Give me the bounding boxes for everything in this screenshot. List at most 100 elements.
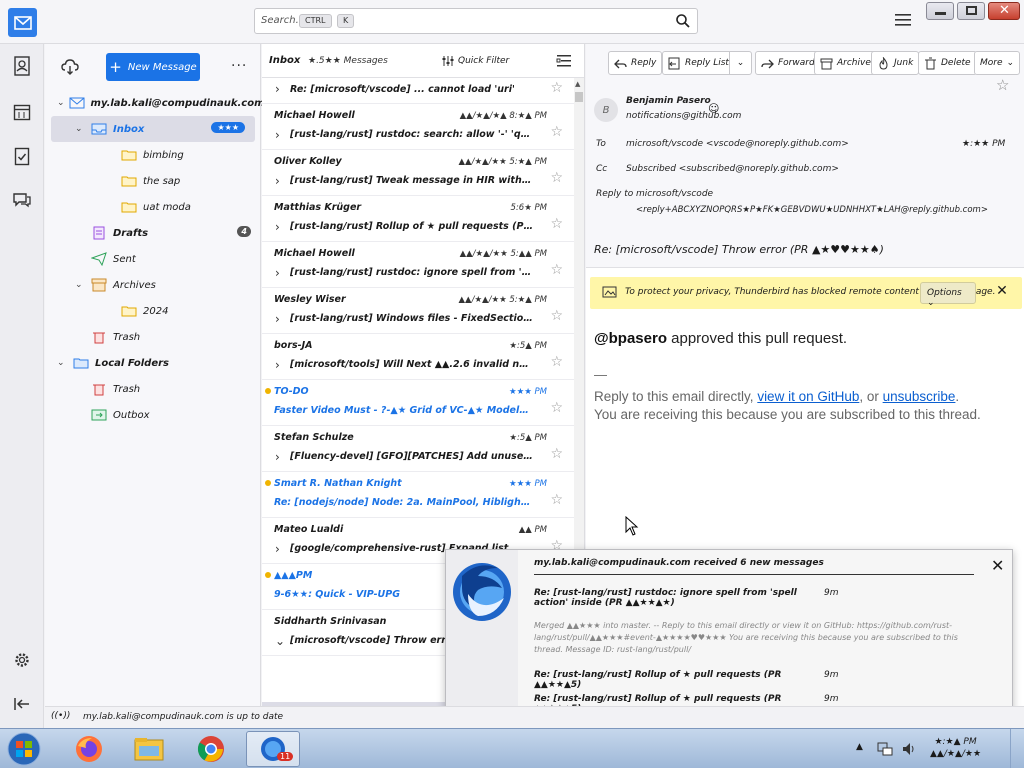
folder-pane-more-button[interactable]: ··· xyxy=(231,58,247,74)
unsubscribe-link[interactable]: unsubscribe xyxy=(883,389,956,404)
folder-item[interactable]: Trash xyxy=(45,324,261,350)
message-row[interactable]: Smart R. Nathan Knight ★★★ PM Re: [nodejs/… xyxy=(262,472,575,518)
online-status-icon[interactable]: ((•)) xyxy=(51,711,70,721)
star-icon[interactable]: ☆ xyxy=(550,492,563,508)
reply-list-dropdown-icon[interactable]: ⌄ xyxy=(729,52,751,74)
sender-name[interactable]: Benjamin Pasero xyxy=(626,96,711,106)
star-icon[interactable]: ☆ xyxy=(550,354,563,370)
show-desktop-button[interactable] xyxy=(1010,729,1024,768)
folder-item[interactable]: 2024 xyxy=(45,298,261,324)
thread-toggle-icon[interactable]: › xyxy=(275,542,280,556)
reply-button[interactable]: Reply xyxy=(608,51,663,75)
folder-item[interactable]: ⌄ Local Folders xyxy=(45,350,261,376)
folder-twisty-icon[interactable]: ⌄ xyxy=(57,98,65,108)
thread-toggle-icon[interactable]: › xyxy=(275,358,280,372)
message-row[interactable]: Michael Howell ▲▲/★▲/★▲ 8:★▲ PM › [rust-lan… xyxy=(262,104,575,150)
mail-space-icon[interactable] xyxy=(8,8,37,37)
reply-to-value-2[interactable]: <reply+ABCXYZNOPQRS★P★FK★GEBVDWU★UDNHHXT… xyxy=(636,204,1016,217)
user-handle[interactable]: @bpasero xyxy=(594,330,667,347)
folder-twisty-icon[interactable]: ⌄ xyxy=(57,358,69,368)
tasks-icon[interactable] xyxy=(10,144,34,168)
star-icon[interactable]: ☆ xyxy=(550,216,563,232)
remote-options-button[interactable]: Options ⌄ xyxy=(920,282,976,308)
folder-item[interactable]: uat moda xyxy=(45,194,261,220)
network-icon[interactable] xyxy=(877,741,893,757)
thread-toggle-icon[interactable]: › xyxy=(275,266,280,280)
folder-item[interactable]: ⌄ Inbox ★★★ xyxy=(51,116,255,142)
thread-toggle-icon[interactable]: › xyxy=(275,312,280,326)
star-icon[interactable]: ☆ xyxy=(550,262,563,278)
cc-value[interactable]: Subscribed <subscribed@noreply.github.co… xyxy=(626,164,839,174)
folder-item[interactable]: ⌄ Archives xyxy=(45,272,261,298)
close-notification-icon[interactable]: ✕ xyxy=(991,556,1004,575)
sender-address[interactable]: notifications@github.com xyxy=(626,111,741,121)
start-button[interactable] xyxy=(0,731,48,767)
folder-item[interactable]: the sap xyxy=(45,168,261,194)
thunderbird-taskbar-icon[interactable]: 11 xyxy=(246,731,300,767)
reply-list-button[interactable]: Reply List ⌄ xyxy=(662,51,752,75)
search-icon[interactable] xyxy=(675,13,691,29)
address-book-icon[interactable] xyxy=(10,54,34,78)
star-icon[interactable]: ☆ xyxy=(550,308,563,324)
thread-toggle-icon[interactable]: › xyxy=(275,220,280,234)
more-button[interactable]: More ⌄ xyxy=(974,51,1021,75)
notification-message-row[interactable]: Re: [rust-lang/rust] rustdoc: ignore spe… xyxy=(534,588,839,608)
scrollbar-thumb[interactable] xyxy=(575,92,583,102)
thread-toggle-icon[interactable]: › xyxy=(275,450,280,464)
settings-gear-icon[interactable] xyxy=(10,648,34,672)
folder-twisty-icon[interactable]: ⌄ xyxy=(75,280,87,290)
star-icon[interactable]: ☆ xyxy=(996,76,1009,94)
folder-item[interactable]: ⌄ my.lab.kali@compudinauk.com xyxy=(45,90,265,116)
message-row[interactable]: › Re: [microsoft/vscode] ... cannot load … xyxy=(262,78,575,104)
quick-filter-button[interactable]: Quick Filter xyxy=(458,56,509,66)
thread-toggle-icon[interactable]: ⌄ xyxy=(275,634,285,648)
new-mail-notification[interactable]: my.lab.kali@compudinauk.com received 6 n… xyxy=(445,549,1013,718)
star-icon[interactable]: ☆ xyxy=(550,80,563,96)
thread-toggle-icon[interactable]: › xyxy=(275,128,280,142)
notification-message-row[interactable]: Re: [rust-lang/rust] Rollup of ★ pull re… xyxy=(534,670,839,690)
app-menu-icon[interactable] xyxy=(895,13,911,27)
quick-filter-icon[interactable] xyxy=(442,55,454,67)
calendar-icon[interactable] xyxy=(10,100,34,124)
new-message-button[interactable]: + New Message xyxy=(106,53,200,81)
file-explorer-taskbar-icon[interactable] xyxy=(122,731,176,767)
thread-toggle-icon[interactable]: › xyxy=(275,82,280,96)
thread-toggle-icon[interactable]: › xyxy=(275,174,280,188)
message-row[interactable]: Stefan Schulze ★:5▲ PM › [Fluency-devel] [G… xyxy=(262,426,575,472)
chat-icon[interactable] xyxy=(10,188,34,212)
folder-item[interactable]: Drafts 4 xyxy=(45,220,261,246)
search-input[interactable]: Search... CTRL K xyxy=(254,8,698,34)
clock[interactable]: ★:★▲ PM ▲▲/★▲/★★ xyxy=(930,736,981,760)
star-icon[interactable]: ☆ xyxy=(550,446,563,462)
firefox-taskbar-icon[interactable] xyxy=(62,731,116,767)
message-row[interactable]: Michael Howell ▲▲/★▲/★★ 5:▲▲ PM › [rust-lan… xyxy=(262,242,575,288)
dismiss-notification-icon[interactable]: ✕ xyxy=(992,283,1012,303)
message-row[interactable]: Wesley Wiser ▲▲/★▲/★★ 5:★▲ PM › [rust-lang/… xyxy=(262,288,575,334)
folder-item[interactable]: Outbox xyxy=(45,402,261,428)
close-button[interactable]: ✕ xyxy=(988,2,1020,20)
star-icon[interactable]: ☆ xyxy=(550,400,563,416)
star-icon[interactable]: ☆ xyxy=(550,124,563,140)
contact-icon[interactable]: ☺ xyxy=(708,102,719,115)
message-row[interactable]: TO-DO ★★★ PM Faster Video Must - ?-▲★ Grid… xyxy=(262,380,575,426)
get-messages-icon[interactable] xyxy=(61,58,79,76)
chrome-taskbar-icon[interactable] xyxy=(184,731,238,767)
reply-to-value-1[interactable]: microsoft/vscode xyxy=(636,189,713,199)
delete-button[interactable]: Delete xyxy=(918,51,977,75)
folder-item[interactable]: bimbing xyxy=(45,142,261,168)
tray-expand-icon[interactable]: ▲ xyxy=(856,742,863,752)
folder-item[interactable]: Sent xyxy=(45,246,261,272)
forward-button[interactable]: Forward xyxy=(755,51,821,75)
message-row[interactable]: bors-JA ★:5▲ PM › [microsoft/tools] Will Ne… xyxy=(262,334,575,380)
collapse-toolbar-icon[interactable] xyxy=(10,692,34,716)
star-icon[interactable]: ☆ xyxy=(550,170,563,186)
maximize-button[interactable] xyxy=(957,2,985,20)
message-row[interactable]: Oliver Kolley ▲▲/★▲/★★ 5:★▲ PM › [rust-lang… xyxy=(262,150,575,196)
view-on-github-link[interactable]: view it on GitHub xyxy=(757,389,859,404)
minimize-button[interactable] xyxy=(926,2,954,20)
folder-twisty-icon[interactable]: ⌄ xyxy=(75,124,87,134)
junk-button[interactable]: Junk xyxy=(871,51,920,75)
list-display-options-icon[interactable] xyxy=(556,53,572,69)
message-row[interactable]: Matthias Krüger 5:6★ PM › [rust-lang/rust] … xyxy=(262,196,575,242)
archive-button[interactable]: Archive xyxy=(814,51,877,75)
